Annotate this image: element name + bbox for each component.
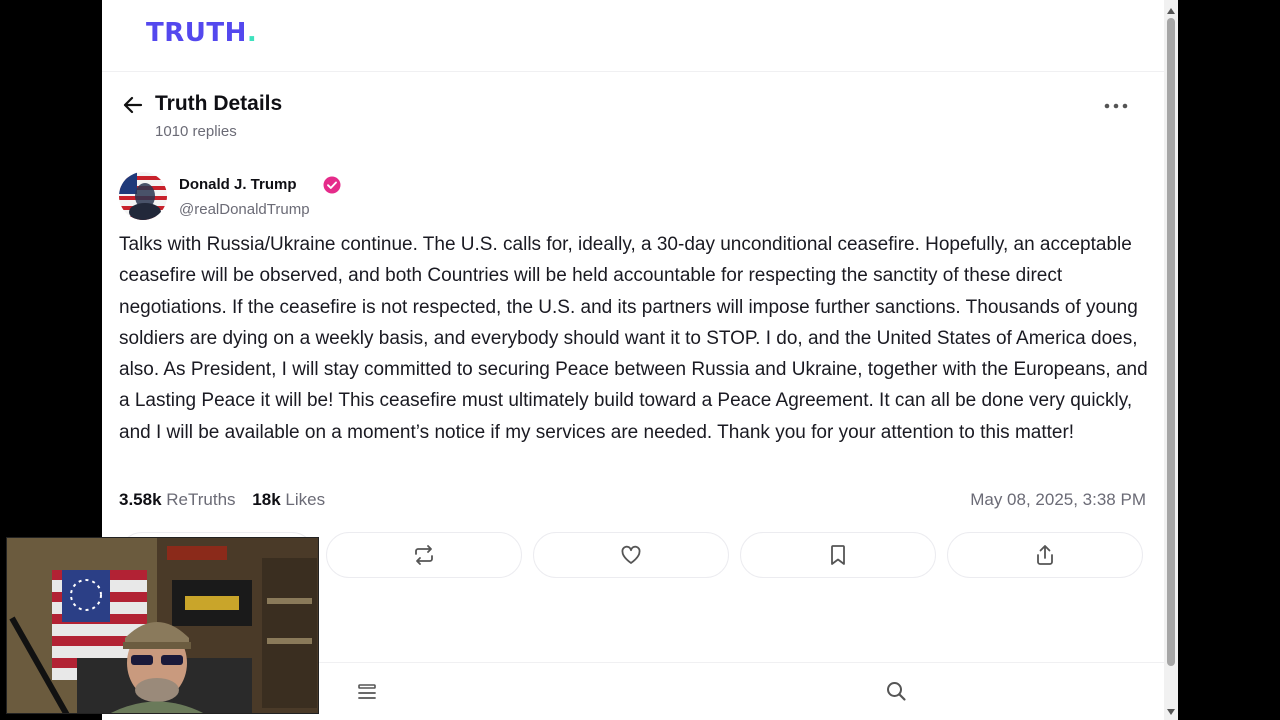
retruth-icon [415,545,433,565]
top-bar: TRUTH. [102,0,1164,72]
menu-icon [358,684,376,699]
page-title: Truth Details [155,92,283,115]
verified-badge-icon [323,176,341,194]
bookmark-icon [831,545,845,565]
search-button[interactable] [884,679,908,703]
back-button[interactable] [120,92,146,118]
avatar-image [119,172,167,220]
author-handle[interactable]: @realDonaldTrump [179,201,310,218]
share-icon [1037,545,1053,565]
retruths-label[interactable]: ReTruths [166,490,235,509]
post-stats: 3.58k ReTruths 18k Likes May 08, 2025, 3… [119,490,1149,514]
share-button[interactable] [947,532,1143,578]
post-author[interactable]: Donald J. Trump @realDonaldTrump [119,171,519,221]
webcam-overlay [6,537,319,714]
logo-dot: . [246,18,258,48]
truth-logo[interactable]: TRUTH. [146,18,257,48]
more-options-button[interactable] [1102,98,1130,114]
scroll-down-arrow-icon[interactable] [1166,704,1176,715]
search-icon [887,682,906,701]
avatar[interactable] [119,172,167,220]
likes-count[interactable]: 18k [252,490,280,509]
retruths-count[interactable]: 3.58k [119,490,162,509]
scroll-up-arrow-icon[interactable] [1166,3,1176,14]
vertical-scrollbar[interactable] [1164,0,1178,720]
menu-button[interactable] [356,681,378,703]
post-body-text: Talks with Russia/Ukraine continue. The … [119,234,1148,443]
arrow-left-icon [123,96,143,114]
likes-label[interactable]: Likes [285,490,325,509]
more-horizontal-icon [1104,103,1128,109]
like-button[interactable] [533,532,729,578]
logo-text: TRUTH [146,18,247,48]
author-name[interactable]: Donald J. Trump [179,176,297,193]
page-header: Truth Details 1010 replies [102,72,1164,162]
post-timestamp: May 08, 2025, 3:38 PM [970,490,1146,509]
bookmark-button[interactable] [740,532,936,578]
webcam-video-image [7,538,318,713]
replies-count: 1010 replies [155,123,237,140]
scrollbar-thumb[interactable] [1167,18,1175,666]
retruth-button[interactable] [326,532,522,578]
heart-icon [621,545,641,564]
